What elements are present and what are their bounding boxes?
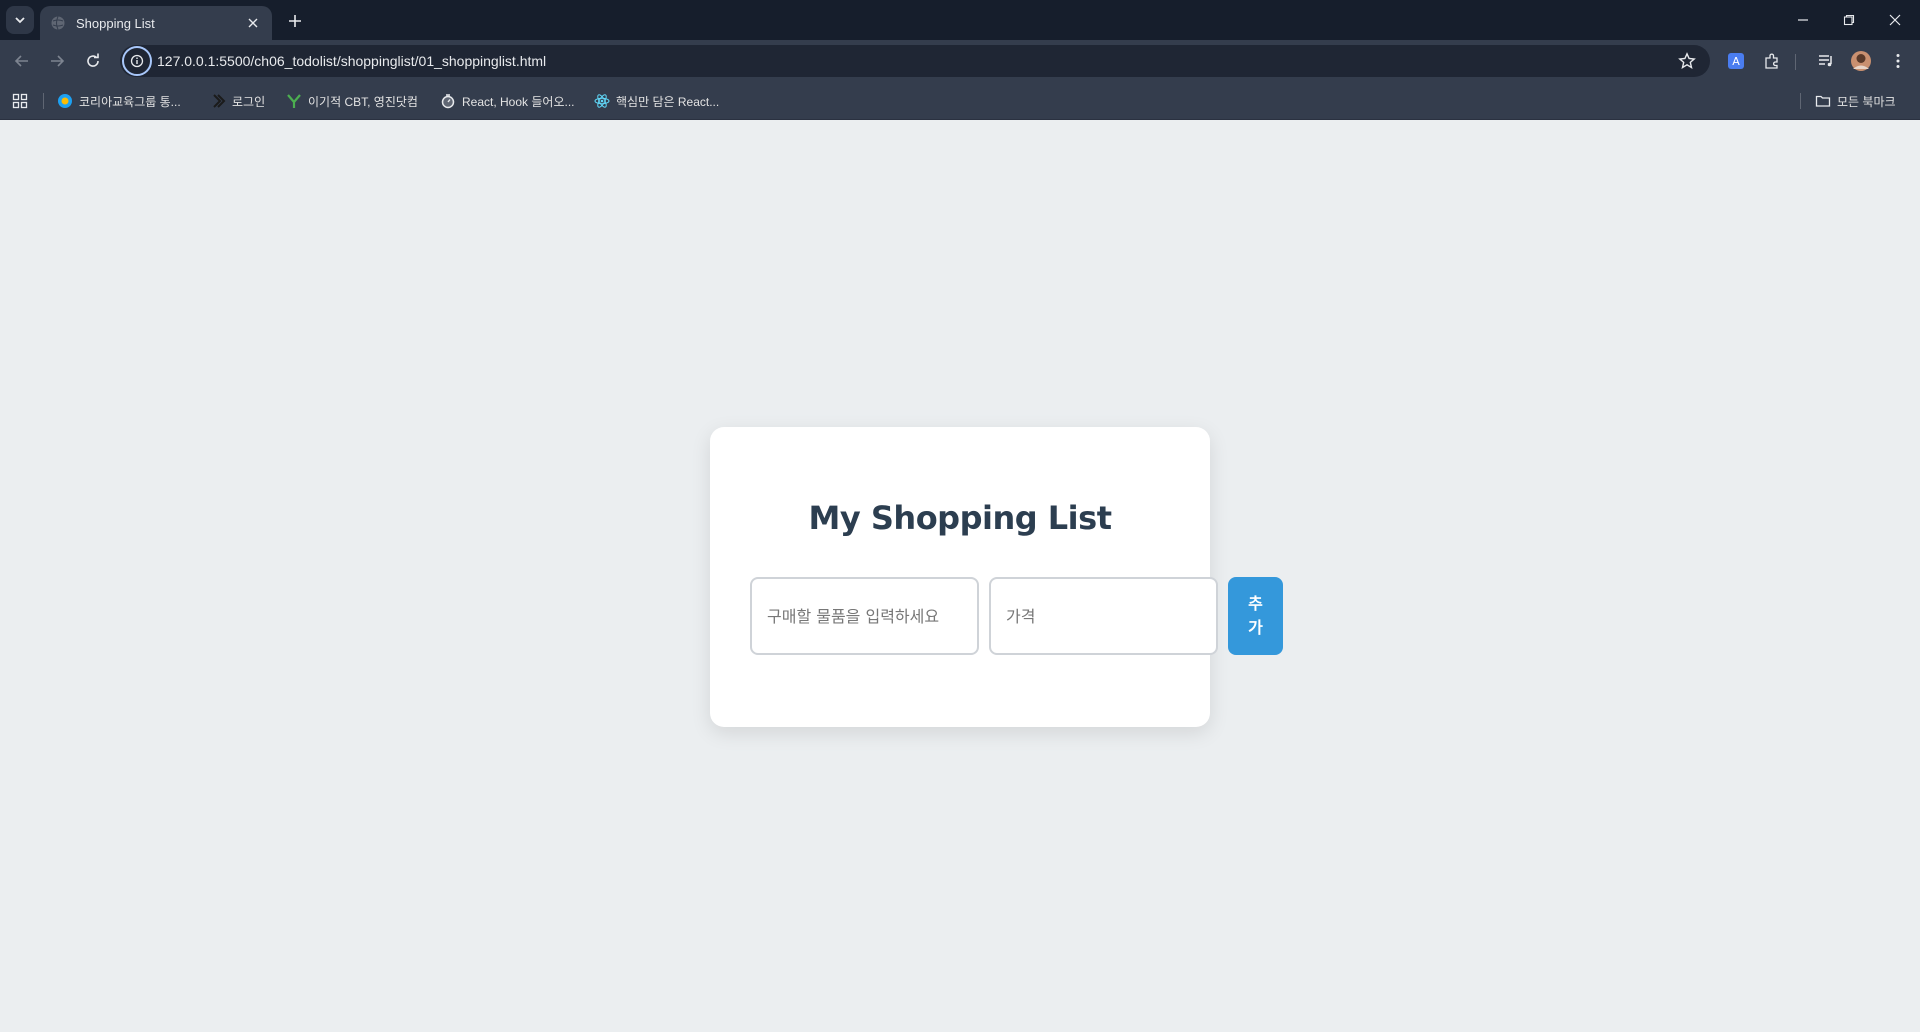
shopping-list-card: My Shopping List 추가 [710, 427, 1283, 727]
bookmark-label: 이기적 CBT, 영진닷컴 [308, 94, 418, 109]
bookmarks-bar: 코리아교육그룹 통... 로그인 이기적 CBT, 영진닷컴 React, Ho… [0, 82, 1920, 120]
bookmark-label: 로그인 [232, 94, 266, 109]
item-input[interactable] [750, 577, 979, 655]
add-button[interactable]: 추가 [1228, 577, 1283, 655]
bookmark-star-icon[interactable] [1678, 52, 1696, 70]
forward-button[interactable] [43, 47, 71, 75]
minimize-button[interactable] [1780, 0, 1826, 40]
restore-button[interactable] [1826, 0, 1872, 40]
toolbar-divider [1795, 54, 1796, 70]
bookmark-item[interactable]: React, Hook 들어오... [440, 91, 575, 111]
circle-logo-icon [57, 93, 73, 109]
tab-title: Shopping List [76, 15, 155, 31]
tab-close-icon[interactable] [244, 14, 262, 32]
url-text: 127.0.0.1:5500/ch06_todolist/shoppinglis… [157, 53, 547, 69]
reload-icon [87, 53, 99, 67]
arrow-right-icon [51, 55, 65, 67]
address-bar[interactable]: 127.0.0.1:5500/ch06_todolist/shoppinglis… [120, 45, 1710, 77]
restore-icon [1843, 14, 1855, 26]
logo-icon [210, 93, 226, 109]
browser-toolbar: 127.0.0.1:5500/ch06_todolist/shoppinglis… [0, 40, 1920, 82]
translate-extension-icon[interactable]: A [1724, 49, 1748, 73]
tab-strip: Shopping List [0, 0, 1920, 40]
bookmark-label: React, Hook 들어오... [462, 94, 575, 109]
back-button[interactable] [8, 47, 36, 75]
stopwatch-icon [440, 93, 456, 109]
all-bookmarks-label: 모든 북마크 [1837, 94, 1896, 109]
bookmark-item[interactable]: 로그인 [210, 91, 265, 111]
plus-icon [289, 15, 301, 27]
react-icon [594, 93, 610, 109]
bookmarks-divider [1800, 93, 1801, 109]
page-viewport: My Shopping List 추가 [0, 120, 1920, 1032]
bookmark-label: 핵심만 담은 React... [616, 94, 720, 109]
bookmark-item[interactable]: 코리아교육그룹 통... [57, 91, 181, 111]
tab-search-button[interactable] [6, 6, 34, 34]
profile-avatar[interactable] [1849, 49, 1873, 73]
globe-icon [51, 16, 65, 30]
folder-icon [1815, 93, 1831, 109]
minimize-icon [1798, 19, 1808, 21]
bookmarks-divider [43, 93, 44, 109]
bookmark-label: 코리아교육그룹 통... [79, 94, 181, 109]
extensions-icon[interactable] [1760, 49, 1784, 73]
svg-text:A: A [1732, 55, 1740, 68]
tab-active[interactable]: Shopping List [40, 6, 272, 40]
price-input[interactable] [989, 577, 1218, 655]
y-logo-icon [286, 93, 302, 109]
arrow-left-icon [14, 55, 28, 67]
bookmark-item[interactable]: 이기적 CBT, 영진닷컴 [286, 91, 418, 111]
apps-grid-icon [12, 93, 28, 109]
all-bookmarks-button[interactable]: 모든 북마크 [1815, 91, 1896, 111]
close-icon [1889, 14, 1901, 26]
page-title: My Shopping List [808, 499, 1112, 537]
menu-icon[interactable] [1886, 49, 1910, 73]
reload-button[interactable] [79, 47, 107, 75]
close-window-button[interactable] [1872, 0, 1918, 40]
chevron-down-icon [15, 17, 25, 24]
site-info-icon[interactable] [122, 46, 152, 76]
apps-button[interactable] [12, 91, 28, 111]
new-tab-button[interactable] [282, 8, 308, 34]
media-control-icon[interactable] [1814, 49, 1838, 73]
bookmark-item[interactable]: 핵심만 담은 React... [594, 91, 719, 111]
